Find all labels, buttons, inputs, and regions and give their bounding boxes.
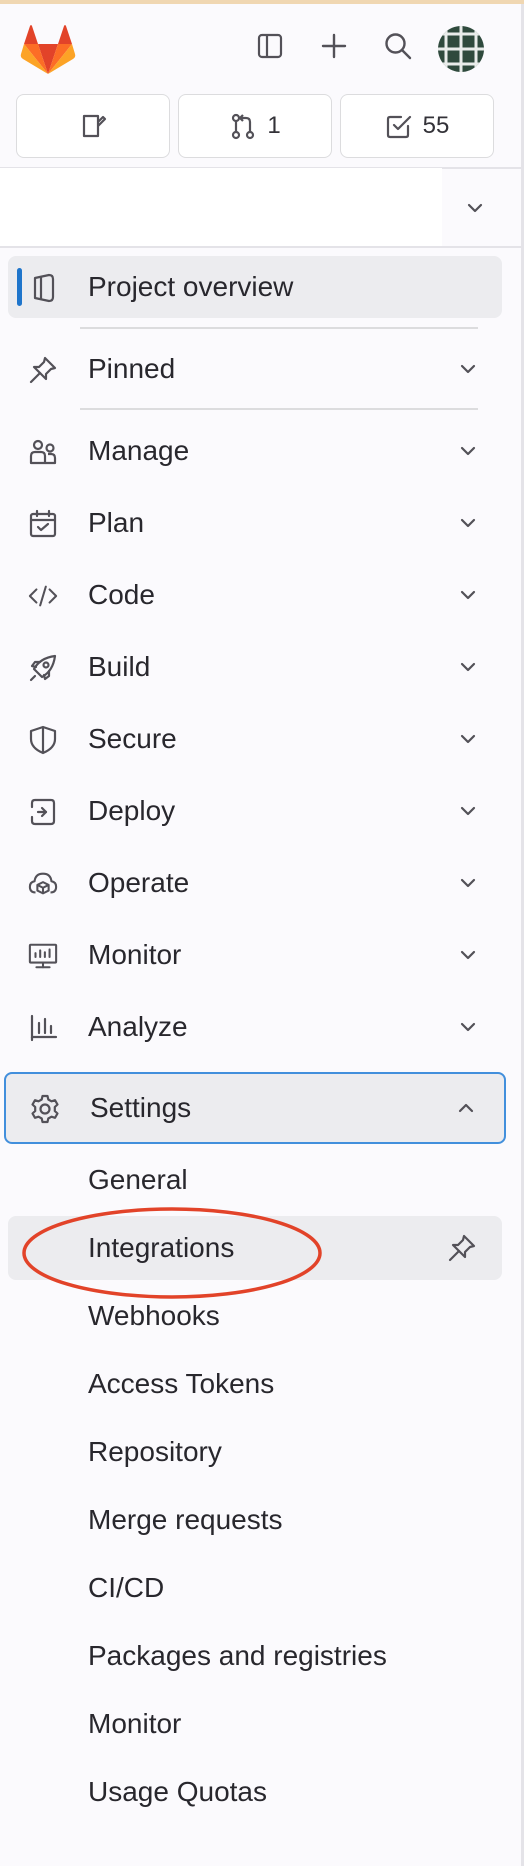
shield-icon xyxy=(28,725,58,755)
nav-secure[interactable]: Secure xyxy=(8,708,502,770)
nav-label: Analyze xyxy=(88,1011,188,1042)
nav-operate[interactable]: Operate xyxy=(8,852,502,914)
settings-item-merge-requests[interactable]: Merge requests xyxy=(8,1488,502,1552)
chevron-down-icon[interactable] xyxy=(455,188,495,228)
nav-analyze[interactable]: Analyze xyxy=(8,996,502,1058)
nav-label: Deploy xyxy=(88,795,176,826)
todos-count: 55 xyxy=(422,112,450,139)
chevron-up-icon xyxy=(450,1092,482,1124)
pin-icon[interactable] xyxy=(446,1232,478,1264)
nav-monitor[interactable]: Monitor xyxy=(8,924,502,986)
nav-label: Operate xyxy=(88,867,190,898)
cloud-cube-icon xyxy=(28,869,58,899)
project-selector-field[interactable] xyxy=(0,168,442,246)
plus-icon[interactable] xyxy=(314,26,354,66)
nav-label: Build xyxy=(88,651,151,682)
users-icon xyxy=(28,437,58,467)
nav-label: Monitor xyxy=(88,939,182,970)
merge-requests-count: 1 xyxy=(267,112,281,139)
nav-manage[interactable]: Manage xyxy=(8,420,502,482)
search-icon[interactable] xyxy=(378,26,418,66)
issues-button[interactable] xyxy=(16,94,170,158)
nav-code[interactable]: Code xyxy=(8,564,502,626)
settings-item-webhooks[interactable]: Webhooks xyxy=(8,1284,502,1348)
nav-label: Project overview xyxy=(88,271,294,302)
sub-item-label: Repository xyxy=(88,1436,222,1467)
todo-checkbox-icon xyxy=(385,112,413,140)
nav-label: Pinned xyxy=(88,353,176,384)
nav-divider xyxy=(80,327,478,329)
user-avatar[interactable] xyxy=(438,26,484,72)
settings-item-packages-and-registries[interactable]: Packages and registries xyxy=(8,1624,502,1688)
pin-icon xyxy=(28,355,58,385)
nav-pinned[interactable]: Pinned xyxy=(8,338,502,400)
sub-item-label: Webhooks xyxy=(88,1300,220,1331)
chevron-down-icon xyxy=(452,507,484,539)
sub-item-label: General xyxy=(88,1164,188,1195)
gitlab-logo-icon[interactable] xyxy=(20,24,76,76)
sub-item-label: Monitor xyxy=(88,1708,182,1739)
calendar-icon xyxy=(28,509,58,539)
settings-item-ci-cd[interactable]: CI/CD xyxy=(8,1556,502,1620)
nav-deploy[interactable]: Deploy xyxy=(8,780,502,842)
chevron-down-icon xyxy=(452,1011,484,1043)
sub-item-label: Usage Quotas xyxy=(88,1776,267,1807)
chevron-down-icon xyxy=(452,435,484,467)
sub-item-label: Access Tokens xyxy=(88,1368,275,1399)
chevron-down-icon xyxy=(452,867,484,899)
project-selector[interactable] xyxy=(0,168,521,246)
active-indicator xyxy=(17,268,22,306)
rocket-icon xyxy=(28,653,58,683)
sub-item-label: CI/CD xyxy=(88,1572,165,1603)
project-icon xyxy=(28,273,58,303)
deploy-icon xyxy=(28,797,58,827)
nav-divider xyxy=(80,408,478,410)
issues-icon xyxy=(79,112,107,140)
monitor-icon xyxy=(28,941,58,971)
settings-item-access-tokens[interactable]: Access Tokens xyxy=(8,1352,502,1416)
nav-label: Plan xyxy=(88,507,145,538)
nav-build[interactable]: Build xyxy=(8,636,502,698)
nav-project-overview[interactable]: Project overview xyxy=(8,256,502,318)
settings-item-monitor[interactable]: Monitor xyxy=(8,1692,502,1756)
nav-label: Settings xyxy=(90,1092,192,1123)
nav-settings[interactable]: Settings xyxy=(4,1072,506,1144)
sidebar-toggle-icon[interactable] xyxy=(250,26,290,66)
sub-item-label: Packages and registries xyxy=(88,1640,387,1671)
merge-request-icon xyxy=(229,112,257,140)
nav-plan[interactable]: Plan xyxy=(8,492,502,554)
user-counts: 1 55 xyxy=(16,94,494,158)
merge-requests-button[interactable]: 1 xyxy=(178,94,332,158)
settings-item-repository[interactable]: Repository xyxy=(8,1420,502,1484)
chevron-down-icon xyxy=(452,579,484,611)
chevron-down-icon xyxy=(452,651,484,683)
chevron-down-icon xyxy=(452,939,484,971)
settings-item-general[interactable]: General xyxy=(8,1148,502,1212)
chevron-down-icon xyxy=(452,723,484,755)
chart-icon xyxy=(28,1013,58,1043)
code-icon xyxy=(28,581,58,611)
chevron-down-icon xyxy=(452,795,484,827)
chevron-down-icon xyxy=(452,353,484,385)
sidebar-header xyxy=(0,4,521,90)
nav-label: Code xyxy=(88,579,155,610)
settings-item-integrations[interactable]: Integrations xyxy=(8,1216,502,1280)
sub-item-label: Integrations xyxy=(88,1232,235,1263)
nav-label: Secure xyxy=(88,723,177,754)
todos-button[interactable]: 55 xyxy=(340,94,494,158)
gear-icon xyxy=(30,1094,60,1124)
nav-label: Manage xyxy=(88,435,190,466)
project-divider xyxy=(0,246,521,248)
settings-item-usage-quotas[interactable]: Usage Quotas xyxy=(8,1760,502,1824)
sub-item-label: Merge requests xyxy=(88,1504,283,1535)
